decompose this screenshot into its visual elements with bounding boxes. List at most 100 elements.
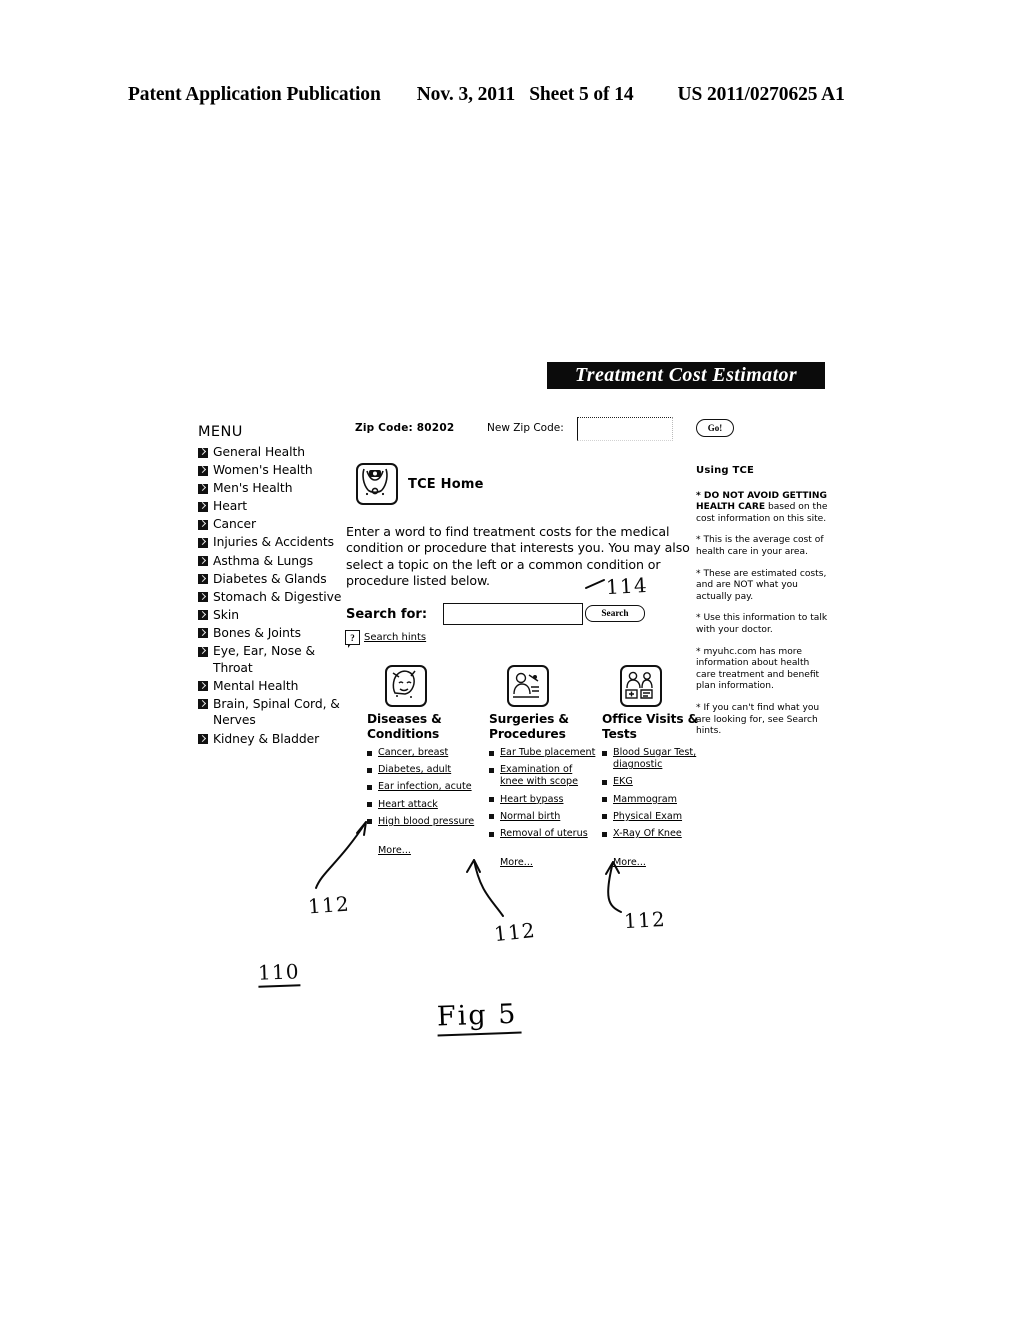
category-link-item[interactable]: Examination of knee with scope — [489, 764, 597, 788]
arrow-square-icon — [198, 447, 208, 458]
menu-item-label: Women's Health — [213, 463, 313, 478]
category-link[interactable]: Mammogram — [613, 794, 710, 806]
menu-item[interactable]: Stomach & Digestive — [198, 589, 348, 606]
category-link[interactable]: Physical Exam — [613, 811, 710, 823]
menu-item-label: Heart — [213, 499, 247, 514]
arrow-square-icon — [198, 501, 208, 512]
arrow-square-icon — [198, 574, 208, 585]
category-link-item[interactable]: X-Ray Of Knee — [602, 828, 710, 840]
category-link-item[interactable]: Physical Exam — [602, 811, 710, 823]
square-bullet-icon — [602, 797, 607, 803]
category-link[interactable]: Removal of uterus — [500, 828, 597, 840]
arrow-square-icon — [198, 465, 208, 476]
category-link-item[interactable]: Removal of uterus — [489, 828, 597, 840]
category-link-item[interactable]: EKG — [602, 776, 710, 788]
arrow-square-icon — [198, 556, 208, 567]
category-link-item[interactable]: Mammogram — [602, 794, 710, 806]
more-link[interactable]: More... — [378, 845, 411, 856]
menu-item[interactable]: Bones & Joints — [198, 625, 348, 642]
category-link-item[interactable]: Blood Sugar Test, diagnostic — [602, 747, 710, 771]
category-link-item[interactable]: Ear Tube placement — [489, 747, 597, 759]
arrow-square-icon — [198, 483, 208, 494]
square-bullet-icon — [602, 814, 607, 820]
new-zip-input[interactable] — [577, 417, 673, 441]
category-link[interactable]: EKG — [613, 776, 710, 788]
face-illustration-icon — [385, 665, 475, 707]
category-link[interactable]: Heart bypass — [500, 794, 597, 806]
menu-item-label: Stomach & Digestive — [213, 589, 342, 604]
category-link[interactable]: Cancer, breast — [378, 747, 475, 759]
figure-label: Fig 5 — [436, 998, 523, 1037]
arrow-square-icon — [198, 628, 208, 639]
menu-item[interactable]: Asthma & Lungs — [198, 553, 348, 570]
square-bullet-icon — [489, 750, 494, 756]
note-item: * myuhc.com has more information about h… — [696, 647, 830, 693]
search-button[interactable]: Search — [585, 605, 645, 622]
note-text: * Use this information to talk with your… — [696, 613, 828, 635]
category-link[interactable]: High blood pressure — [378, 816, 475, 828]
more-link[interactable]: More... — [613, 857, 646, 868]
menu-item[interactable]: Kidney & Bladder — [198, 731, 348, 748]
search-hints-link[interactable]: Search hints — [364, 632, 426, 643]
menu-item[interactable]: Brain, Spinal Cord, & Nerves — [198, 696, 348, 729]
arrow-square-icon — [198, 592, 208, 603]
note-item: * These are estimated costs, and are NOT… — [696, 569, 830, 604]
category-link[interactable]: Normal birth — [500, 811, 597, 823]
menu-item-label: Skin — [213, 607, 239, 622]
category-title: Diseases & Conditions — [367, 712, 442, 741]
reference-numeral-110: 110 — [257, 959, 301, 988]
category-link[interactable]: Blood Sugar Test, diagnostic — [613, 747, 710, 771]
menu-item[interactable]: General Health — [198, 444, 348, 461]
new-zip-label: New Zip Code: — [487, 422, 564, 434]
square-bullet-icon — [489, 831, 494, 837]
category-link[interactable]: Heart attack — [378, 799, 475, 811]
category-column-office-visits: Office Visits & Tests Blood Sugar Test, … — [602, 665, 710, 869]
category-link-item[interactable]: Heart bypass — [489, 794, 597, 806]
arrow-square-icon — [198, 734, 208, 744]
menu-item-label: Kidney & Bladder — [213, 731, 320, 746]
menu-item[interactable]: Mental Health — [198, 678, 348, 695]
menu-item[interactable]: Heart — [198, 498, 348, 515]
menu-item[interactable]: Injuries & Accidents — [198, 534, 348, 551]
using-tce-notes: Using TCE * DO NOT AVOID GETTING HEALTH … — [696, 465, 830, 748]
menu-item-label: Mental Health — [213, 678, 299, 693]
menu-item-label: Cancer — [213, 517, 256, 532]
menu-item[interactable]: Women's Health — [198, 462, 348, 479]
category-link-item[interactable]: Cancer, breast — [367, 747, 475, 759]
note-text: * myuhc.com has more information about h… — [696, 646, 820, 692]
search-label: Search for: — [346, 607, 428, 622]
stethoscope-icon — [356, 463, 398, 505]
category-link-item[interactable]: High blood pressure — [367, 816, 475, 828]
note-item: * If you can't find what you are looking… — [696, 703, 830, 738]
menu-item[interactable]: Diabetes & Glands — [198, 571, 348, 588]
menu-item[interactable]: Cancer — [198, 516, 348, 533]
menu-item[interactable]: Men's Health — [198, 480, 348, 497]
zip-code-bar: Zip Code: 80202 New Zip Code: Go! — [355, 417, 825, 442]
search-hints-row[interactable]: ? Search hints — [345, 630, 426, 648]
category-link-item[interactable]: Ear infection, acute — [367, 781, 475, 793]
tce-home-header[interactable]: TCE Home — [356, 463, 484, 505]
note-item: * Use this information to talk with your… — [696, 613, 830, 636]
arrow-square-icon — [198, 610, 208, 621]
search-input[interactable] — [443, 603, 583, 625]
category-link-item[interactable]: Heart attack — [367, 799, 475, 811]
category-link[interactable]: X-Ray Of Knee — [613, 828, 710, 840]
note-text: * If you can't find what you are looking… — [696, 702, 820, 737]
category-column-surgeries: Surgeries & Procedures Ear Tube placemen… — [489, 665, 597, 869]
arrow-square-icon — [198, 646, 208, 657]
category-link-item[interactable]: Diabetes, adult — [367, 764, 475, 776]
notes-list: * DO NOT AVOID GETTING HEALTH CARE based… — [696, 491, 830, 738]
square-bullet-icon — [367, 750, 372, 756]
go-button[interactable]: Go! — [696, 419, 734, 437]
square-bullet-icon — [367, 784, 372, 790]
app-title-banner: Treatment Cost Estimator — [547, 362, 825, 389]
more-link[interactable]: More... — [500, 857, 533, 868]
category-link[interactable]: Examination of knee with scope — [500, 764, 597, 788]
category-link-item[interactable]: Normal birth — [489, 811, 597, 823]
category-title: Surgeries & Procedures — [489, 712, 569, 741]
menu-item[interactable]: Skin — [198, 607, 348, 624]
menu-item[interactable]: Eye, Ear, Nose & Throat — [198, 643, 348, 676]
category-link[interactable]: Ear infection, acute — [378, 781, 475, 793]
category-link[interactable]: Diabetes, adult — [378, 764, 475, 776]
category-link[interactable]: Ear Tube placement — [500, 747, 597, 759]
